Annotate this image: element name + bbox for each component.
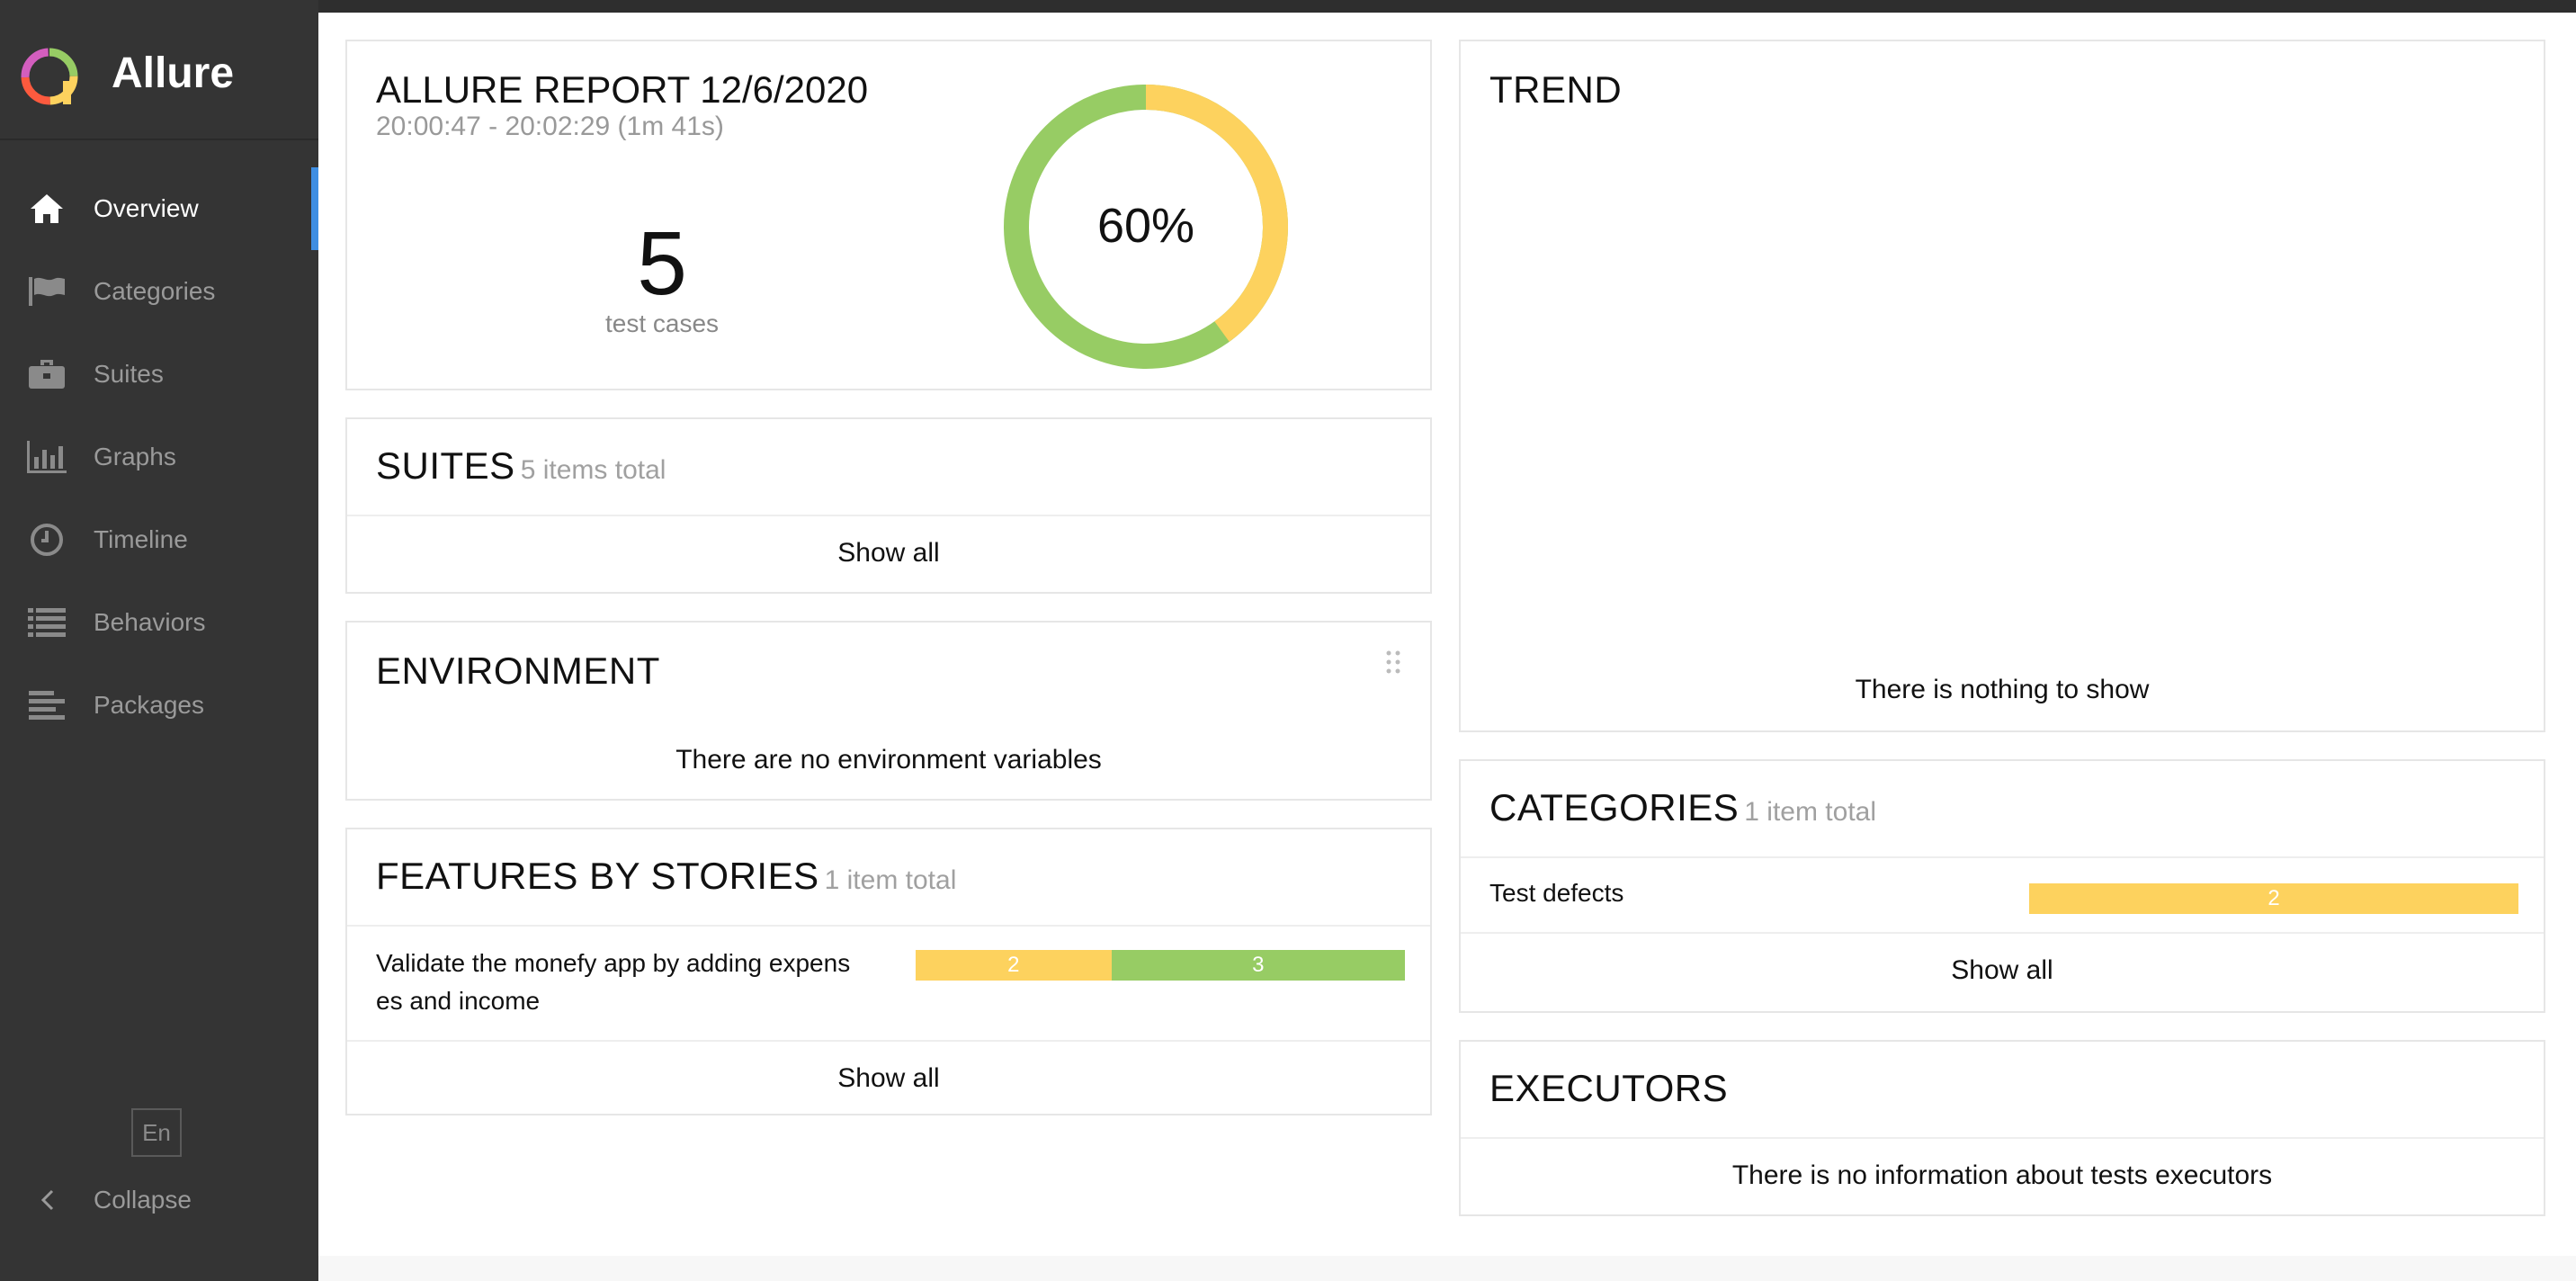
features-widget: FEATURES BY STORIES 1 item total Validate… xyxy=(345,828,1432,1115)
main-content: ALLURE REPORT 12/6/2020 20:00:47 - 20:02… xyxy=(318,13,2576,1281)
features-show-all-link[interactable]: Show all xyxy=(347,1063,1430,1094)
suites-count: 5 items total xyxy=(520,455,666,485)
category-status-bar[interactable]: 2 xyxy=(2029,883,2518,914)
category-row-label[interactable]: Test defects xyxy=(1489,874,1623,912)
categories-widget: CATEGORIES 1 item total Test defects 2 Sh… xyxy=(1459,759,2545,1013)
window-top-bar xyxy=(0,0,2576,13)
flag-icon xyxy=(25,270,68,313)
features-count: 1 item total xyxy=(824,865,957,895)
environment-title: ENVIRONMENT xyxy=(376,649,660,692)
align-left-icon xyxy=(25,684,68,727)
sidebar-item-categories[interactable]: Categories xyxy=(0,250,318,333)
sidebar-nav: Overview Categories Suites Graphs Timeli… xyxy=(0,167,318,747)
language-button[interactable]: En xyxy=(131,1108,182,1157)
sidebar-item-label: Suites xyxy=(94,360,164,388)
bar-segment-passed: 3 xyxy=(1111,950,1405,981)
trend-title: TREND xyxy=(1489,68,1623,111)
features-title: FEATURES BY STORIES xyxy=(376,855,819,897)
allure-logo-icon xyxy=(21,48,78,105)
categories-show-all-link[interactable]: Show all xyxy=(1461,955,2544,986)
suites-show-all-link[interactable]: Show all xyxy=(347,538,1430,569)
sidebar-item-graphs[interactable]: Graphs xyxy=(0,416,318,498)
divider xyxy=(347,1040,1430,1042)
brand[interactable]: Allure xyxy=(0,13,318,140)
sidebar-item-label: Timeline xyxy=(94,525,188,553)
sidebar-item-behaviors[interactable]: Behaviors xyxy=(0,581,318,664)
summary-widget: ALLURE REPORT 12/6/2020 20:00:47 - 20:02… xyxy=(345,40,1432,390)
test-case-count: 5 xyxy=(637,213,687,314)
bar-segment-broken: 2 xyxy=(2029,883,2518,914)
pass-percentage: 60% xyxy=(1096,199,1195,253)
sidebar-item-packages[interactable]: Packages xyxy=(0,664,318,747)
feature-row-label-line: Validate the monefy app by adding expens xyxy=(376,949,851,977)
divider xyxy=(347,925,1430,927)
report-title: ALLURE REPORT 12/6/2020 xyxy=(376,68,869,111)
environment-empty-message: There are no environment variables xyxy=(675,745,1102,775)
environment-widget: ENVIRONMENT There are no environment var… xyxy=(345,621,1432,801)
divider xyxy=(1461,856,2544,858)
sidebar-item-overview[interactable]: Overview xyxy=(0,167,318,250)
suites-title: SUITES xyxy=(376,444,515,487)
collapse-label: Collapse xyxy=(94,1186,192,1214)
chevron-left-icon xyxy=(40,1189,54,1211)
home-icon xyxy=(25,187,68,230)
drag-handle-icon[interactable] xyxy=(1385,649,1401,675)
suites-widget: SUITES 5 items total Show all xyxy=(345,417,1432,594)
sidebar-item-label: Behaviors xyxy=(94,608,206,636)
bar-segment-broken: 2 xyxy=(916,950,1112,981)
bar-chart-icon xyxy=(25,435,68,479)
feature-row-label[interactable]: Validate the monefy app by adding expens… xyxy=(376,945,880,1020)
divider xyxy=(347,515,1430,516)
categories-title: CATEGORIES xyxy=(1489,786,1740,829)
sidebar: Allure Overview Categories Suites Graphs xyxy=(0,0,318,1281)
sidebar-item-label: Overview xyxy=(94,194,199,222)
sidebar-item-timeline[interactable]: Timeline xyxy=(0,498,318,581)
test-case-count-label: test cases xyxy=(604,309,720,337)
sidebar-item-label: Graphs xyxy=(94,443,176,470)
executors-title: EXECUTORS xyxy=(1489,1067,1729,1109)
trend-widget: TREND There is nothing to show xyxy=(1459,40,2545,732)
collapse-button[interactable]: Collapse xyxy=(0,1173,318,1227)
categories-count: 1 item total xyxy=(1744,797,1876,827)
report-time-range: 20:00:47 - 20:02:29 (1m 41s) xyxy=(376,112,724,141)
list-icon xyxy=(25,601,68,644)
divider xyxy=(1461,1137,2544,1139)
sidebar-item-suites[interactable]: Suites xyxy=(0,333,318,416)
app-name: Allure xyxy=(112,49,235,97)
clock-icon xyxy=(25,518,68,561)
feature-status-bar[interactable]: 2 3 xyxy=(916,950,1405,981)
sidebar-item-label: Categories xyxy=(94,277,216,305)
sidebar-item-label: Packages xyxy=(94,691,204,719)
feature-row-label-line: es and income xyxy=(376,987,541,1015)
briefcase-icon xyxy=(25,353,68,396)
divider xyxy=(1461,932,2544,934)
trend-empty-message: There is nothing to show xyxy=(1855,675,2150,704)
executors-widget: EXECUTORS There is no information about … xyxy=(1459,1040,2545,1216)
executors-empty-message: There is no information about tests exec… xyxy=(1731,1160,2273,1190)
